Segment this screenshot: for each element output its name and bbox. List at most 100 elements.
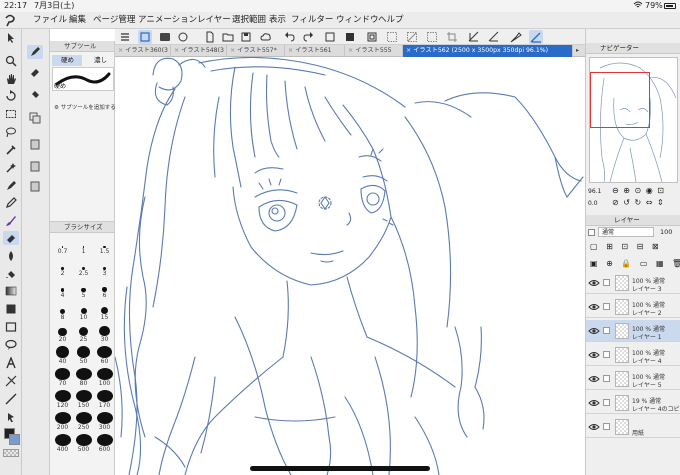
brush-size-option[interactable]: 600 — [94, 434, 115, 453]
layer-row[interactable]: 用紙 — [586, 416, 680, 438]
layer-opacity-value[interactable]: 100 — [660, 227, 680, 237]
layer-select-checkbox[interactable] — [603, 303, 610, 310]
grid-snap-icon[interactable] — [529, 30, 543, 44]
menu-filter[interactable]: フィルター — [291, 12, 333, 29]
invert-selection-icon[interactable] — [425, 30, 439, 44]
menu-file[interactable]: ファイル — [33, 12, 67, 29]
open-folder-icon[interactable] — [221, 30, 235, 44]
pencil-icon[interactable] — [3, 196, 19, 210]
shape-icon[interactable] — [3, 302, 19, 316]
gradient-icon[interactable] — [3, 284, 19, 298]
layer-select-checkbox[interactable] — [603, 279, 610, 286]
layer-row[interactable]: 19 % 通常レイヤー 4のコピー — [586, 392, 680, 414]
clear-icon[interactable] — [323, 30, 337, 44]
brush-size-option[interactable]: 50 — [73, 346, 94, 365]
hand-icon[interactable] — [3, 72, 19, 86]
tab-close-icon[interactable]: × — [118, 47, 123, 54]
zoom-icon[interactable] — [3, 54, 19, 68]
visibility-eye-icon[interactable] — [588, 397, 600, 409]
brush-size-option[interactable]: 120 — [52, 390, 73, 409]
sub-color-swatch[interactable] — [9, 434, 20, 445]
layer-row[interactable]: 100 % 通常 レイヤー 4 — [586, 344, 680, 366]
navigator-zoom-controls[interactable]: ⊖ ⊕ ⊙ ◉ ⊡ — [612, 186, 680, 196]
brush-size-option[interactable]: 170 — [94, 390, 115, 409]
record-icon[interactable] — [176, 30, 190, 44]
figure-icon[interactable] — [3, 320, 19, 334]
tab-close-icon[interactable]: × — [288, 47, 293, 54]
layer-options-row-1[interactable]: ▢ ⊞ ⊡ ⊟ ⊠ — [590, 241, 678, 253]
redo-icon[interactable] — [301, 30, 315, 44]
brush-size-option[interactable]: 40 — [52, 346, 73, 365]
layer-row[interactable]: 100 % 通常 レイヤー 2 — [586, 296, 680, 318]
fill-icon[interactable] — [3, 267, 19, 281]
brush-size-option[interactable]: 0.7 — [52, 236, 73, 255]
navigator-preview[interactable] — [589, 57, 678, 183]
layer-select-checkbox[interactable] — [603, 327, 610, 334]
navigator-rotation-controls[interactable]: ⊘ ↺ ↻ ⇔ ⇕ — [612, 198, 680, 208]
save-icon[interactable] — [239, 30, 253, 44]
delete-subtool-icon[interactable] — [27, 137, 43, 151]
brush-size-option[interactable]: 3 — [94, 258, 115, 277]
visibility-eye-icon[interactable] — [588, 301, 600, 313]
layer-select-checkbox[interactable] — [603, 399, 610, 406]
visibility-eye-icon[interactable] — [588, 277, 600, 289]
selection-icon[interactable] — [3, 107, 19, 121]
menu-view[interactable]: 表示 — [269, 12, 286, 29]
tab-1[interactable]: × イラスト548(3 — [171, 45, 227, 57]
layer-options-row-2[interactable]: ▣ ⊕ 🔒 ▭ ▦ 🗑 — [590, 258, 680, 270]
tab-5-active[interactable]: × イラスト562 (2500 x 3500px 350dpi 96.1%) — [403, 45, 573, 57]
cloud-icon[interactable] — [259, 30, 273, 44]
menu-animation[interactable]: アニメーション — [138, 12, 197, 29]
operation-icon[interactable] — [3, 410, 19, 424]
copy-icon[interactable] — [27, 111, 43, 125]
brush-size-option[interactable]: 2.5 — [73, 258, 94, 277]
blend-icon[interactable] — [3, 249, 19, 263]
fill-subtool-icon[interactable] — [27, 87, 43, 101]
brush-size-option[interactable]: 4 — [52, 280, 73, 299]
brush-size-option[interactable]: 150 — [73, 390, 94, 409]
line-icon[interactable] — [3, 392, 19, 406]
crop-icon[interactable] — [445, 30, 459, 44]
brush-size-option[interactable]: 200 — [52, 412, 73, 431]
tab-overflow-icon[interactable]: ▸ — [573, 45, 585, 57]
pointer-icon[interactable] — [3, 31, 19, 45]
menu-layer[interactable]: レイヤー — [197, 12, 231, 29]
subtool-item-2[interactable]: 濃し — [84, 55, 114, 66]
undo-icon[interactable] — [283, 30, 297, 44]
pen-icon[interactable] — [3, 179, 19, 193]
balloon-icon[interactable] — [3, 338, 19, 352]
brush-size-option[interactable]: 30 — [94, 324, 115, 343]
brush-size-option[interactable]: 500 — [73, 434, 94, 453]
visibility-eye-icon[interactable] — [588, 349, 600, 361]
transparent-color-swatch[interactable] — [3, 449, 19, 457]
drawing-canvas[interactable] — [115, 57, 585, 475]
deselect-icon[interactable] — [405, 30, 419, 44]
brush-icon[interactable] — [3, 214, 19, 228]
brush-size-option[interactable]: 5 — [73, 280, 94, 299]
pen-subtool-icon[interactable] — [27, 45, 43, 59]
color-icon[interactable] — [158, 30, 172, 44]
tab-close-icon[interactable]: × — [406, 47, 411, 54]
new-file-icon[interactable] — [203, 30, 217, 44]
brush-size-option[interactable]: 60 — [94, 346, 115, 365]
brush-size-option[interactable]: 250 — [73, 412, 94, 431]
tab-0[interactable]: × イラスト360(3 — [115, 45, 171, 57]
visibility-eye-icon[interactable] — [588, 373, 600, 385]
brush-size-option[interactable]: 400 — [52, 434, 73, 453]
menu-window[interactable]: ウィンドウ — [336, 12, 379, 29]
tab-4[interactable]: × イラスト555 — [345, 45, 403, 57]
ruler-snap-icon[interactable] — [467, 30, 481, 44]
tab-2[interactable]: × イラスト557* — [227, 45, 285, 57]
eraser-icon[interactable] — [3, 231, 19, 245]
brush-size-option[interactable]: 20 — [52, 324, 73, 343]
layer-row[interactable]: 100 % 通常 レイヤー 1 — [586, 320, 680, 342]
brush-size-option[interactable]: 1.5 — [94, 236, 115, 255]
select-all-icon[interactable] — [385, 30, 399, 44]
eyedropper-icon[interactable] — [3, 143, 19, 157]
subtool-settings-icon[interactable] — [27, 159, 43, 173]
add-subtool-button[interactable]: ⚙ サブツールを追加する — [54, 103, 116, 111]
brush-size-option[interactable]: 100 — [94, 368, 115, 387]
layer-lock-checkbox[interactable] — [588, 229, 595, 236]
pen-snap-icon[interactable] — [509, 30, 523, 44]
visibility-eye-icon[interactable] — [588, 421, 600, 433]
